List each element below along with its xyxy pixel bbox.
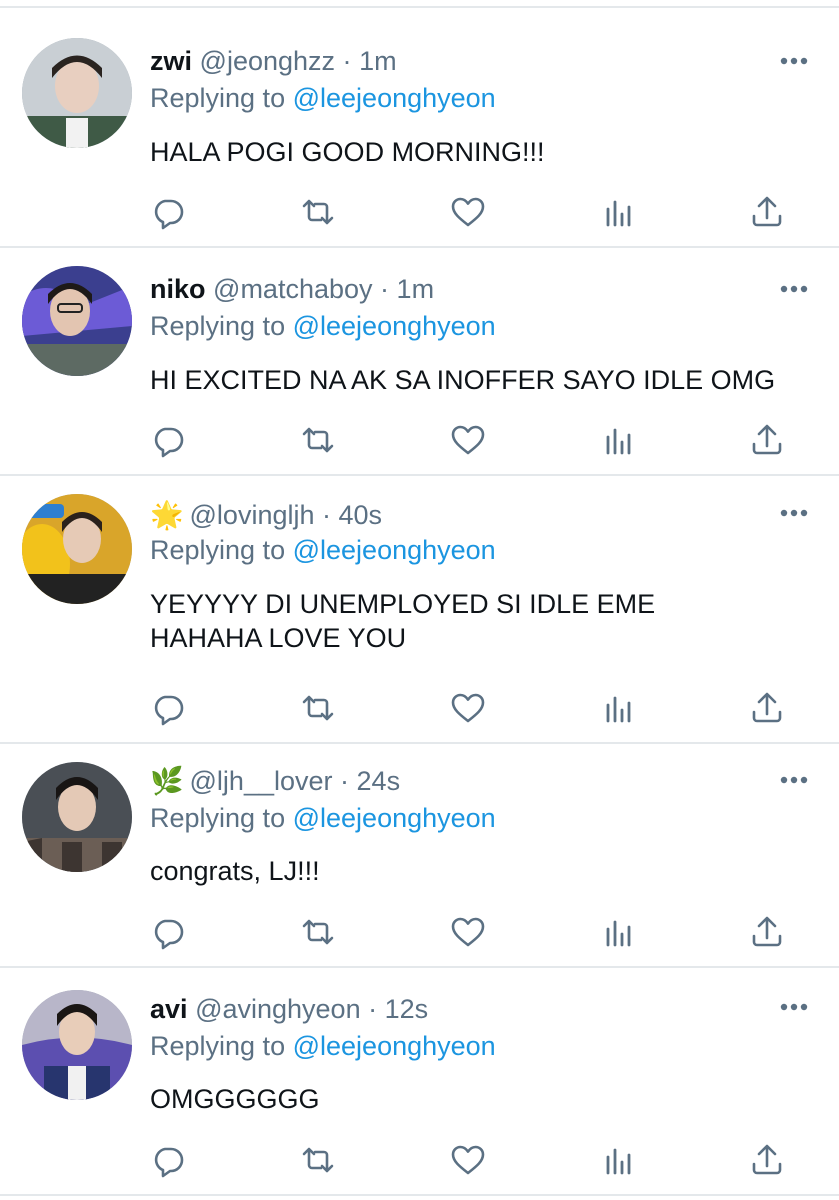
replying-prefix: Replying to: [150, 311, 286, 341]
reply-icon[interactable]: [150, 914, 186, 950]
tweet-header: avi @avinghyeon · 12s: [150, 992, 779, 1026]
mention-link[interactable]: @leejeonghyeon: [293, 1031, 496, 1061]
tweet-text: YEYYYY DI UNEMPLOYED SI IDLE EME HAHAHA …: [150, 589, 656, 653]
display-name[interactable]: zwi: [150, 46, 192, 76]
more-icon[interactable]: [779, 775, 809, 785]
timestamp[interactable]: 1m: [397, 274, 435, 304]
tweet-text: OMGGGGGG: [150, 1084, 320, 1114]
display-name[interactable]: avi: [150, 994, 188, 1024]
handle[interactable]: @ljh__lover: [190, 766, 333, 796]
handle[interactable]: @lovingljh: [190, 500, 315, 530]
like-icon[interactable]: [450, 1142, 486, 1178]
analytics-icon[interactable]: [600, 422, 636, 458]
like-icon[interactable]: [450, 690, 486, 726]
retweet-icon[interactable]: [300, 690, 336, 726]
avatar[interactable]: [22, 762, 132, 872]
separator: ·: [322, 500, 331, 530]
handle[interactable]: @avinghyeon: [195, 994, 361, 1024]
action-bar: [150, 914, 789, 950]
replying-prefix: Replying to: [150, 803, 286, 833]
action-bar: [150, 690, 789, 726]
avatar[interactable]: [22, 494, 132, 604]
action-bar: [150, 1142, 789, 1178]
tweet-header: 🌟 @lovingljh · 40s: [150, 498, 779, 532]
retweet-icon[interactable]: [300, 194, 336, 230]
reply-tweet[interactable]: zwi @jeonghzz · 1m Replying to @leejeong…: [0, 8, 839, 248]
analytics-icon[interactable]: [600, 194, 636, 230]
analytics-icon[interactable]: [600, 690, 636, 726]
badge-emoji: 🌿: [150, 766, 184, 796]
retweet-icon[interactable]: [300, 1142, 336, 1178]
share-icon[interactable]: [749, 914, 785, 950]
more-icon[interactable]: [779, 56, 809, 66]
display-name[interactable]: niko: [150, 274, 206, 304]
reply-icon[interactable]: [150, 194, 186, 230]
tweet-text: congrats, LJ!!!: [150, 856, 320, 886]
more-icon[interactable]: [779, 508, 809, 518]
mention-link[interactable]: @leejeonghyeon: [293, 535, 496, 565]
separator: ·: [368, 994, 378, 1024]
reply-icon[interactable]: [150, 422, 186, 458]
share-icon[interactable]: [749, 690, 785, 726]
reply-feed: zwi @jeonghzz · 1m Replying to @leejeong…: [0, 0, 839, 1200]
replying-prefix: Replying to: [150, 83, 286, 113]
reply-tweet[interactable]: 🌿 @ljh__lover · 24s Replying to @leejeon…: [0, 744, 839, 968]
tweet-text: HALA POGI GOOD MORNING!!!: [150, 137, 545, 167]
separator: ·: [342, 46, 352, 76]
separator: ·: [340, 766, 350, 796]
action-bar: [150, 194, 789, 230]
mention-link[interactable]: @leejeonghyeon: [293, 311, 496, 341]
avatar[interactable]: [22, 266, 132, 376]
retweet-icon[interactable]: [300, 422, 336, 458]
tweet-header: 🌿 @ljh__lover · 24s: [150, 764, 779, 798]
timestamp[interactable]: 24s: [357, 766, 401, 796]
like-icon[interactable]: [450, 914, 486, 950]
replying-to: Replying to @leejeonghyeon: [150, 1029, 496, 1063]
separator: ·: [380, 274, 390, 304]
retweet-icon[interactable]: [300, 914, 336, 950]
timestamp[interactable]: 40s: [339, 500, 383, 530]
replying-to: Replying to @leejeonghyeon: [150, 81, 496, 115]
tweet-header: niko @matchaboy · 1m: [150, 272, 779, 306]
share-icon[interactable]: [749, 194, 785, 230]
replying-to: Replying to @leejeonghyeon: [150, 533, 496, 567]
tweet-text: HI EXCITED NA AK SA INOFFER SAYO IDLE OM…: [150, 365, 776, 395]
reply-icon[interactable]: [150, 690, 186, 726]
action-bar: [150, 422, 789, 458]
more-icon[interactable]: [779, 284, 809, 294]
analytics-icon[interactable]: [600, 914, 636, 950]
replying-prefix: Replying to: [150, 1031, 286, 1061]
handle[interactable]: @matchaboy: [213, 274, 372, 304]
mention-link[interactable]: @leejeonghyeon: [293, 803, 496, 833]
reply-tweet[interactable]: niko @matchaboy · 1m Replying to @leejeo…: [0, 248, 839, 476]
replying-prefix: Replying to: [150, 535, 286, 565]
handle[interactable]: @jeonghzz: [200, 46, 336, 76]
analytics-icon[interactable]: [600, 1142, 636, 1178]
share-icon[interactable]: [749, 422, 785, 458]
like-icon[interactable]: [450, 194, 486, 230]
avatar[interactable]: [22, 38, 132, 148]
mention-link[interactable]: @leejeonghyeon: [293, 83, 496, 113]
replying-to: Replying to @leejeonghyeon: [150, 309, 496, 343]
timestamp[interactable]: 12s: [385, 994, 429, 1024]
reply-tweet[interactable]: avi @avinghyeon · 12s Replying to @leeje…: [0, 968, 839, 1196]
reply-icon[interactable]: [150, 1142, 186, 1178]
timestamp[interactable]: 1m: [359, 46, 397, 76]
badge-emoji: 🌟: [150, 500, 184, 530]
reply-tweet[interactable]: 🌟 @lovingljh · 40s Replying to @leejeong…: [0, 476, 839, 744]
tweet-header: zwi @jeonghzz · 1m: [150, 44, 779, 78]
like-icon[interactable]: [450, 422, 486, 458]
more-icon[interactable]: [779, 1002, 809, 1012]
avatar[interactable]: [22, 990, 132, 1100]
replying-to: Replying to @leejeonghyeon: [150, 801, 496, 835]
share-icon[interactable]: [749, 1142, 785, 1178]
